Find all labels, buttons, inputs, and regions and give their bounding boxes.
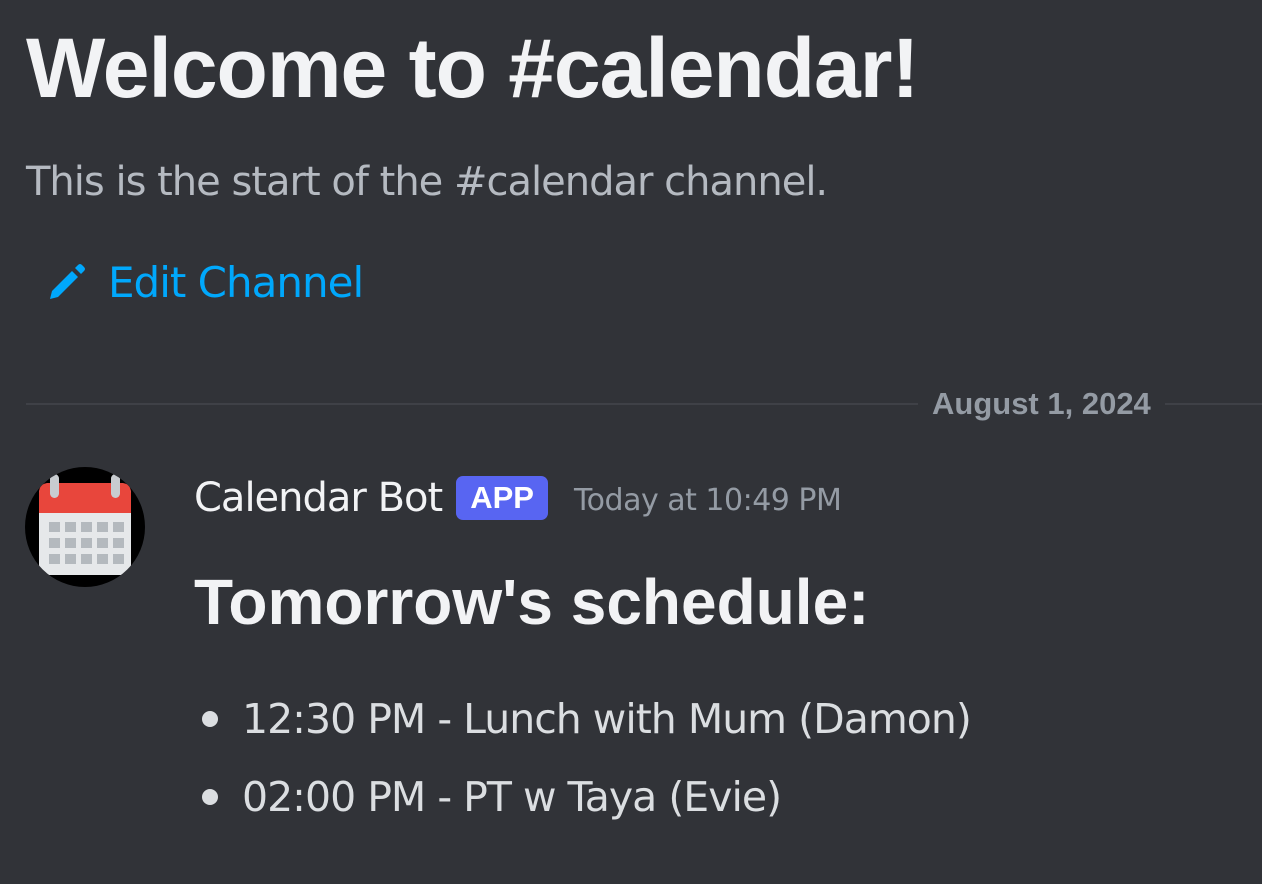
date-divider-label: August 1, 2024 xyxy=(918,384,1165,424)
schedule-list: 12:30 PM - Lunch with Mum (Damon) 02:00 … xyxy=(194,680,972,836)
pencil-icon xyxy=(44,261,88,305)
schedule-item-text: 02:00 PM - PT w Taya (Evie) xyxy=(242,773,782,821)
schedule-item-text: 12:30 PM - Lunch with Mum (Damon) xyxy=(242,695,972,743)
bullet-icon xyxy=(202,789,218,805)
edit-channel-button[interactable]: Edit Channel xyxy=(44,254,364,312)
calendar-icon xyxy=(39,474,131,575)
channel-welcome-subtitle: This is the start of the #calendar chann… xyxy=(26,159,828,205)
channel-welcome-title: Welcome to #calendar! xyxy=(26,21,919,115)
edit-channel-label: Edit Channel xyxy=(108,258,364,307)
bullet-icon xyxy=(202,711,218,727)
message-header: Calendar Bot APP Today at 10:49 PM xyxy=(194,470,842,526)
message-timestamp: Today at 10:49 PM xyxy=(573,482,842,518)
message-author[interactable]: Calendar Bot xyxy=(194,475,443,521)
list-item: 12:30 PM - Lunch with Mum (Damon) xyxy=(194,680,972,758)
schedule-heading: Tomorrow's schedule: xyxy=(194,566,870,638)
list-item: 02:00 PM - PT w Taya (Evie) xyxy=(194,758,971,836)
avatar[interactable] xyxy=(25,467,145,587)
app-badge: APP xyxy=(456,476,548,520)
